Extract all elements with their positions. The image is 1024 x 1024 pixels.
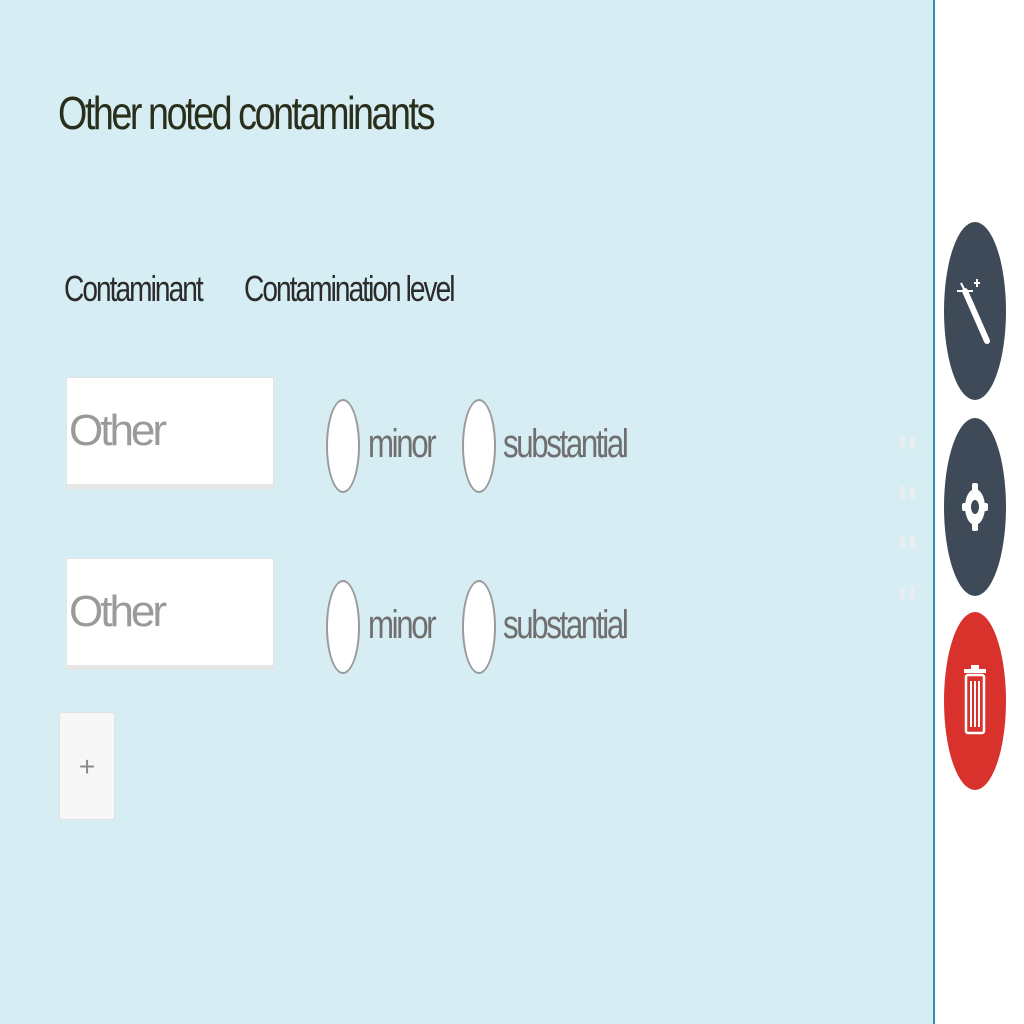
contaminant-row: minor substantial	[0, 375, 700, 495]
section-title: Other noted contaminants	[58, 87, 435, 139]
radio-label-minor: minor	[368, 422, 437, 466]
magic-wand-icon	[957, 279, 990, 344]
magic-wand-button[interactable]	[944, 222, 1006, 400]
radio-label-substantial: substantial	[503, 422, 629, 466]
add-row-button[interactable]: +	[59, 712, 115, 820]
delete-button[interactable]	[944, 612, 1006, 790]
radio-minor[interactable]	[326, 399, 360, 493]
radio-label-substantial: substantial	[503, 603, 629, 647]
gear-icon	[962, 483, 988, 531]
column-header-contamination-level: Contamination level	[244, 268, 456, 309]
contaminant-row: minor substantial	[0, 556, 700, 676]
trash-icon	[964, 665, 986, 735]
radio-substantial[interactable]	[462, 580, 496, 674]
contaminant-input[interactable]	[66, 377, 274, 489]
settings-button[interactable]	[944, 418, 1006, 596]
column-header-contaminant: Contaminant	[64, 268, 204, 309]
drag-handle-icon[interactable]	[898, 432, 922, 612]
radio-label-minor: minor	[368, 603, 437, 647]
contaminant-input[interactable]	[66, 558, 274, 670]
radio-substantial[interactable]	[462, 399, 496, 493]
form-panel: Other noted contaminants Contaminant Con…	[0, 0, 935, 1024]
radio-minor[interactable]	[326, 580, 360, 674]
